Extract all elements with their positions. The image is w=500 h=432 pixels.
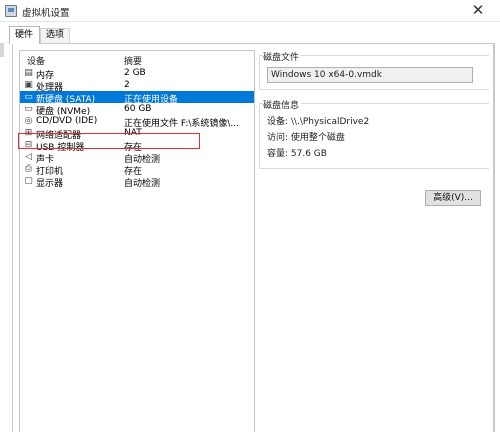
left-edge-mark bbox=[0, 43, 4, 57]
left-edge bbox=[0, 43, 12, 432]
tab-content: 设备 摘要 ▤ 内存 2 GB ▣ 处理器 2 ▭ 新硬盘 (SATA) 正在使… bbox=[12, 43, 494, 432]
device-list: 设备 摘要 ▤ 内存 2 GB ▣ 处理器 2 ▭ 新硬盘 (SATA) 正在使… bbox=[19, 50, 255, 432]
disk-info-capacity: 容量: 57.6 GB bbox=[267, 149, 327, 159]
disk-file-group: 磁盘文件 Windows 10 x64-0.vmdk bbox=[259, 50, 489, 90]
disk-info-title: 磁盘信息 bbox=[263, 98, 302, 111]
window-title: 虚拟机设置 bbox=[22, 8, 70, 19]
device-row-printer[interactable]: ⎙ 打印机 存在 bbox=[20, 163, 254, 177]
device-row-cd-dvd[interactable]: ◎ CD/DVD (IDE) 正在使用文件 F:\系统镜像\... bbox=[20, 115, 254, 129]
device-row-sound-card[interactable]: ◁ 声卡 自动检测 bbox=[20, 151, 254, 165]
device-row-network-adapter[interactable]: ⊞ 网络适配器 NAT bbox=[20, 127, 254, 141]
advanced-button[interactable]: 高级(V)... bbox=[425, 190, 481, 206]
processor-icon: ▣ bbox=[24, 80, 33, 90]
hard-disk-icon: ▭ bbox=[24, 104, 33, 114]
device-row-display[interactable]: ▢ 显示器 自动检测 bbox=[20, 175, 254, 189]
device-name: CD/DVD (IDE) bbox=[36, 116, 98, 126]
cd-dvd-icon: ◎ bbox=[24, 116, 33, 126]
disk-file-title: 磁盘文件 bbox=[263, 50, 302, 63]
device-summary: NAT bbox=[124, 128, 142, 138]
device-summary: 2 GB bbox=[124, 68, 146, 78]
device-summary: 60 GB bbox=[124, 104, 152, 114]
disk-file-field: Windows 10 x64-0.vmdk bbox=[267, 67, 473, 83]
network-adapter-icon: ⊞ bbox=[24, 128, 33, 138]
tab-options[interactable]: 选项 bbox=[40, 28, 70, 43]
device-summary: 2 bbox=[124, 80, 130, 90]
title-bar: 虚拟机设置 ✕ bbox=[0, 0, 500, 22]
device-row-memory[interactable]: ▤ 内存 2 GB bbox=[20, 67, 254, 81]
disk-info-group: 磁盘信息 设备: \\.\PhysicalDrive2 访问: 使用整个磁盘 容… bbox=[259, 98, 489, 169]
column-header-device[interactable]: 设备 bbox=[27, 54, 45, 67]
device-summary: 自动检测 bbox=[124, 179, 161, 189]
device-row-new-sata-disk[interactable]: ▭ 新硬盘 (SATA) 正在使用设备 bbox=[20, 91, 254, 105]
memory-icon: ▤ bbox=[24, 68, 33, 78]
right-edge bbox=[494, 43, 500, 432]
device-list-header: 设备 摘要 bbox=[20, 52, 254, 67]
printer-icon: ⎙ bbox=[24, 164, 33, 174]
device-row-processor[interactable]: ▣ 处理器 2 bbox=[20, 79, 254, 93]
tab-hardware[interactable]: 硬件 bbox=[9, 26, 40, 44]
column-header-summary[interactable]: 摘要 bbox=[124, 54, 142, 67]
disk-info-access: 访问: 使用整个磁盘 bbox=[267, 133, 345, 143]
close-button[interactable]: ✕ bbox=[456, 0, 500, 22]
device-row-usb-controller[interactable]: ⊟ USB 控制器 存在 bbox=[20, 139, 254, 153]
device-row-nvme-disk[interactable]: ▭ 硬盘 (NVMe) 60 GB bbox=[20, 103, 254, 117]
device-name: 显示器 bbox=[36, 179, 64, 189]
usb-icon: ⊟ bbox=[24, 140, 33, 150]
vm-settings-icon bbox=[5, 5, 17, 17]
disk-info-device: 设备: \\.\PhysicalDrive2 bbox=[267, 117, 370, 127]
disk-details-panel: 磁盘文件 Windows 10 x64-0.vmdk 磁盘信息 设备: \\.\… bbox=[259, 44, 495, 432]
hard-disk-icon: ▭ bbox=[24, 92, 33, 102]
display-icon: ▢ bbox=[24, 176, 33, 186]
sound-card-icon: ◁ bbox=[25, 152, 32, 162]
